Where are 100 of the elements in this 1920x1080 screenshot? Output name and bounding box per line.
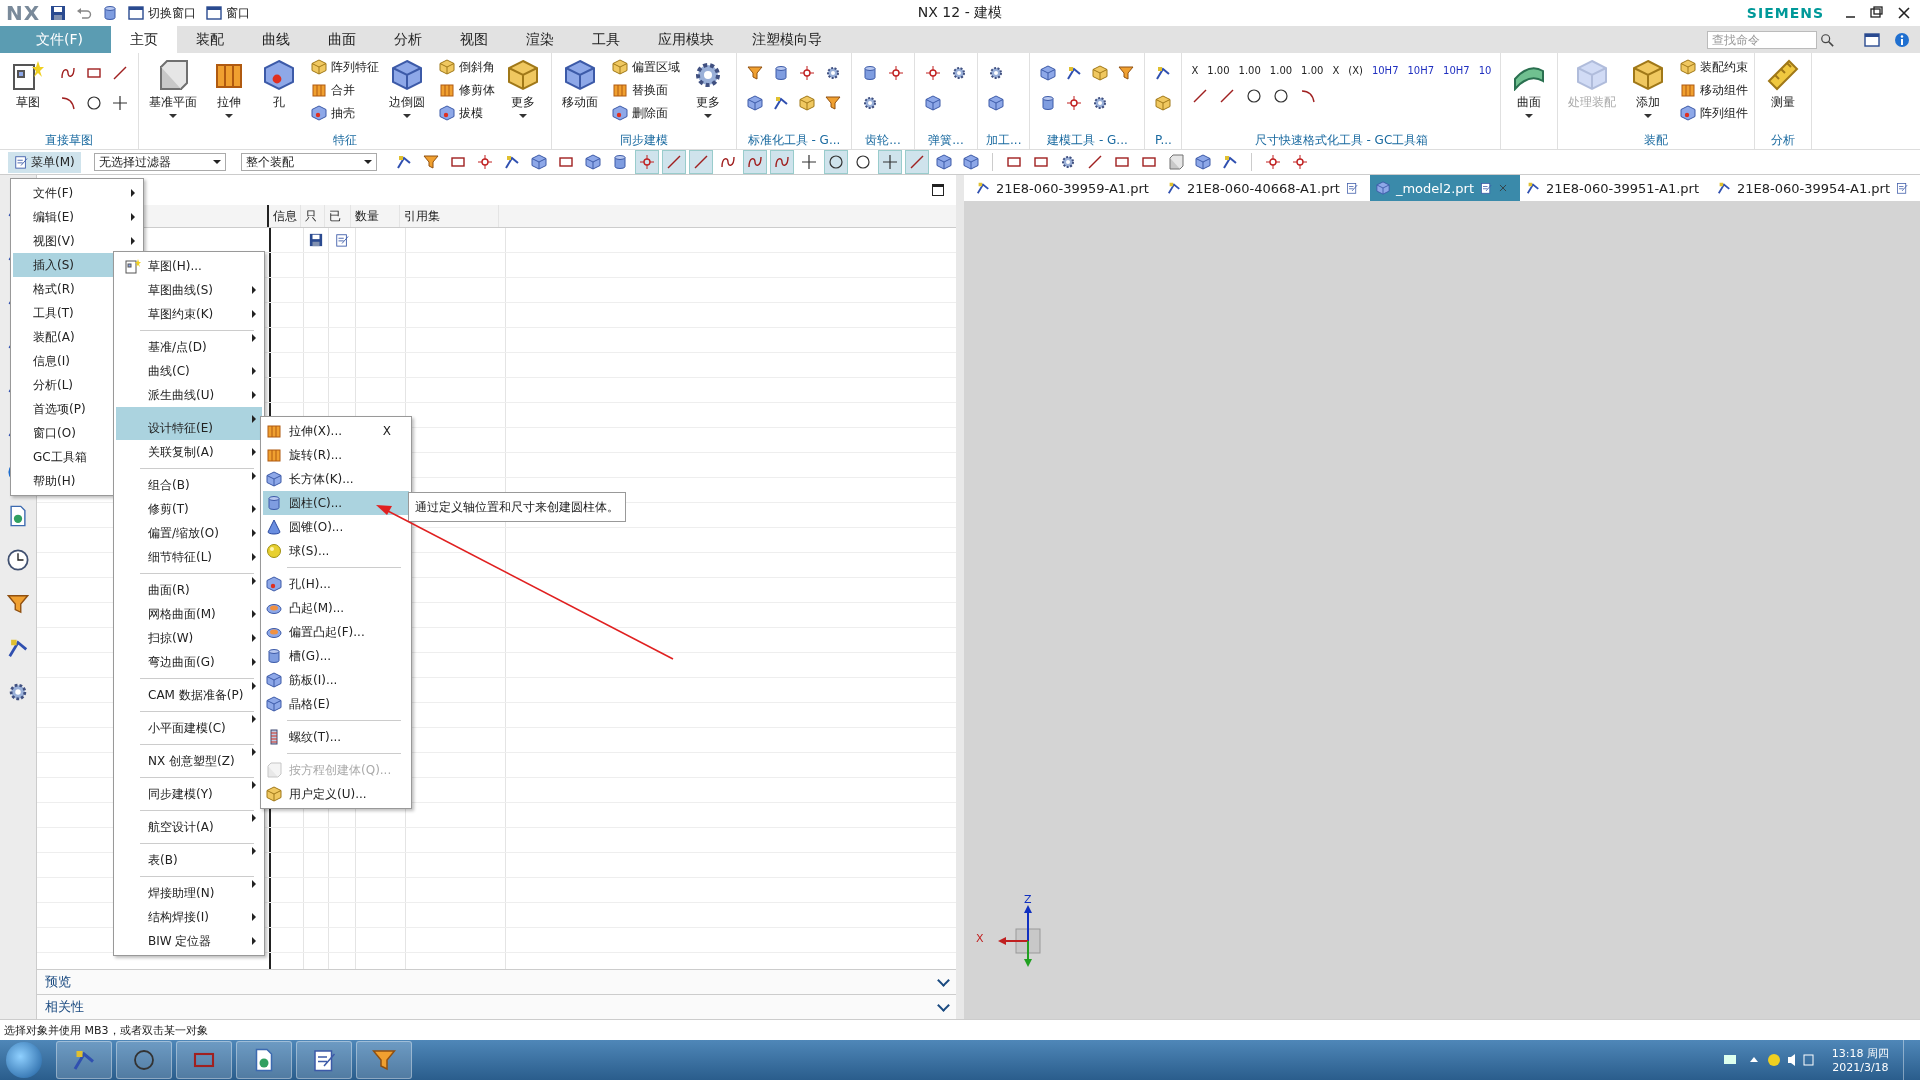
format-button[interactable]: 10 (1475, 63, 1495, 78)
ribbon-button[interactable]: 阵列特征 (311, 57, 379, 77)
maximize-icon[interactable] (932, 184, 944, 196)
ribbon-button[interactable]: 更多 (686, 57, 730, 120)
filter-dropdown[interactable]: 整个装配 (240, 153, 377, 171)
taskbar-app[interactable] (356, 1041, 412, 1079)
menu-item[interactable]: 结构焊接(I) (116, 905, 262, 929)
ribbon-button[interactable]: 合并 (311, 80, 379, 100)
menu-item[interactable]: 扫掠(W) (116, 626, 262, 650)
menu-item[interactable]: 筋板(I)... (263, 668, 409, 692)
format-button[interactable]: 1.00 (1204, 63, 1233, 78)
format-button[interactable]: (X) (1345, 63, 1366, 78)
quick-access-button[interactable]: 窗口 (206, 4, 251, 22)
ribbon-button[interactable]: 草图 (6, 57, 50, 113)
ribbon-button[interactable]: 移动面 (558, 57, 602, 113)
menu-item[interactable]: 曲线(C) (116, 359, 262, 383)
ribbon-tab[interactable]: 曲面 (309, 26, 375, 53)
ribbon-button[interactable]: 删除面 (612, 103, 680, 123)
format-button[interactable]: 1.00 (1298, 63, 1327, 78)
taskbar-app[interactable] (236, 1041, 292, 1079)
menu-item[interactable]: 文件(F) (13, 181, 141, 205)
menu-item[interactable]: 弯边曲面(G) (116, 650, 262, 674)
menu-item[interactable]: 草图曲线(S) (116, 278, 262, 302)
menu-item[interactable]: 视图(V) (13, 229, 141, 253)
menu-item[interactable]: 网格曲面(M) (116, 602, 262, 626)
column-header[interactable]: 数量 (350, 205, 400, 227)
ribbon-button[interactable]: 替换面 (612, 80, 680, 100)
start-button[interactable] (6, 1042, 42, 1078)
document-tab[interactable]: 21E8-060-39951-A1.prt (1520, 175, 1711, 201)
section-header[interactable]: 相关性 (36, 994, 956, 1019)
ribbon-button[interactable]: 拔模 (439, 103, 495, 123)
menu-item[interactable]: 编辑(E) (13, 205, 141, 229)
help-icon[interactable] (1894, 31, 1910, 48)
menu-item[interactable]: 修剪(T) (116, 497, 262, 521)
menu-item[interactable]: 用户定义(U)... (263, 782, 409, 806)
snap-button[interactable] (742, 150, 767, 174)
search-icon[interactable] (1820, 32, 1834, 47)
document-tab[interactable]: 21E8-060-40668-A1.prt (1160, 175, 1370, 201)
menu-item[interactable]: 槽(G)... (263, 644, 409, 668)
quick-access-button[interactable]: 切换窗口 (128, 4, 197, 22)
section-header[interactable]: 预览 (36, 969, 956, 994)
format-button[interactable]: X (1188, 63, 1202, 78)
ribbon-tab[interactable]: 注塑模向导 (733, 26, 841, 53)
ribbon-tab[interactable]: 分析 (375, 26, 441, 53)
ribbon-button[interactable]: 抽壳 (311, 103, 379, 123)
menu-item[interactable]: 圆柱(C)... (263, 491, 409, 515)
format-button[interactable]: 10H7 (1404, 63, 1438, 78)
search-field[interactable]: 查找命令 (1707, 30, 1817, 49)
menu-button[interactable]: 菜单(M) (8, 151, 81, 173)
ribbon-button[interactable]: 倒斜角 (439, 57, 495, 77)
menu-item[interactable]: BIW 定位器 (116, 929, 262, 953)
menu-item[interactable]: 设计特征(E) (116, 407, 262, 440)
ribbon-tab[interactable]: 视图 (441, 26, 507, 53)
taskbar-app[interactable] (296, 1041, 352, 1079)
taskbar-app[interactable] (56, 1041, 112, 1079)
document-tab[interactable]: 21E8-060-39959-A1.prt (970, 175, 1161, 201)
ribbon-tab[interactable]: 曲线 (243, 26, 309, 53)
snap-button[interactable] (823, 150, 848, 174)
ribbon-button[interactable]: 移动组件 (1680, 80, 1749, 100)
ribbon-tab[interactable]: 主页 (111, 26, 177, 53)
ribbon-button[interactable]: 曲面 (1507, 57, 1552, 120)
menu-item[interactable]: 长方体(K)... (263, 467, 409, 491)
ribbon-tab[interactable]: 渲染 (507, 26, 573, 53)
menu-item[interactable]: 球(S)... (263, 539, 409, 563)
ribbon-tab[interactable]: 装配 (177, 26, 243, 53)
format-button[interactable]: 10H7 (1440, 63, 1473, 78)
format-button[interactable]: X (1329, 63, 1343, 78)
undo-icon[interactable] (76, 5, 93, 21)
menu-item[interactable]: 圆锥(O)... (263, 515, 409, 539)
ribbon-button[interactable]: 更多 (501, 57, 545, 120)
snap-button[interactable] (769, 150, 794, 174)
document-tab[interactable]: _model2.prt (1369, 175, 1521, 201)
menu-item[interactable]: 晶格(E) (263, 692, 409, 716)
menu-item[interactable]: 旋转(R)... (263, 443, 409, 467)
column-header[interactable]: 已 (324, 205, 351, 227)
menu-item[interactable]: 派生曲线(U) (116, 383, 262, 407)
ribbon-button[interactable]: 装配约束 (1680, 57, 1749, 77)
column-header[interactable]: 信息 (268, 205, 301, 227)
ribbon-button[interactable]: 偏置区域 (612, 57, 680, 77)
cylinder-icon[interactable] (102, 5, 119, 21)
menu-item[interactable]: 偏置凸起(F)... (263, 620, 409, 644)
menu-item[interactable]: 凸起(M)... (263, 596, 409, 620)
document-tab[interactable]: 21E8-060-39954-A1.prt (1711, 175, 1920, 201)
snap-button[interactable] (877, 150, 902, 174)
column-header[interactable]: 只 (300, 205, 325, 227)
ribbon-tab[interactable]: 应用模块 (639, 26, 733, 53)
taskbar-app[interactable] (176, 1041, 232, 1079)
column-header[interactable]: 引用集 (399, 205, 499, 227)
window-icon[interactable] (1864, 31, 1880, 48)
ribbon-button[interactable]: 阵列组件 (1680, 103, 1749, 123)
tray-clock[interactable]: 13:18 周四 2021/3/18 (1831, 1046, 1889, 1074)
ribbon-button[interactable]: 孔 (257, 57, 301, 113)
ribbon-button[interactable]: 修剪体 (439, 80, 495, 100)
snap-button[interactable] (634, 150, 659, 174)
filter-dropdown[interactable]: 无选择过滤器 (93, 153, 226, 171)
format-button[interactable]: 1.00 (1266, 63, 1296, 78)
menu-item[interactable]: 拉伸(X)... X (263, 419, 409, 443)
format-button[interactable]: 10H7 (1368, 63, 1402, 78)
ribbon-button[interactable]: 测量 (1761, 57, 1806, 113)
ribbon-button[interactable]: 添加 (1626, 57, 1671, 120)
